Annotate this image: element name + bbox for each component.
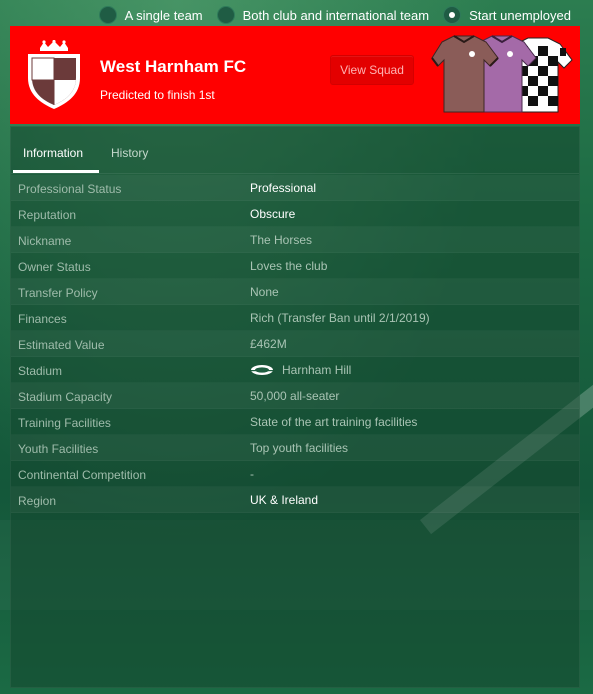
tab-bar: Information History — [11, 127, 579, 174]
club-info-panel: Information History Professional Status … — [10, 126, 580, 688]
tab-information[interactable]: Information — [23, 146, 83, 160]
row-label: Estimated Value — [18, 337, 105, 352]
row-value: - — [250, 466, 254, 481]
radio-single-team[interactable]: A single team — [98, 6, 203, 24]
info-row-stadium: Stadium Harnham Hill — [11, 357, 579, 383]
row-label: Youth Facilities — [18, 441, 99, 456]
row-value: Obscure — [250, 206, 296, 221]
row-value: Loves the club — [250, 258, 328, 273]
info-row-reputation: Reputation Obscure — [11, 201, 579, 227]
tab-history[interactable]: History — [111, 146, 148, 160]
row-value: Rich (Transfer Ban until 2/1/2019) — [250, 310, 430, 325]
club-prediction: Predicted to finish 1st — [100, 88, 215, 102]
club-header: West Harnham FC Predicted to finish 1st … — [10, 26, 580, 124]
row-value-stadium: Harnham Hill — [250, 363, 351, 377]
row-value: £462M — [250, 336, 287, 351]
radio-label: Both club and international team — [242, 7, 430, 23]
radio-club-and-international[interactable]: Both club and international team — [216, 6, 430, 24]
stadium-icon — [251, 364, 273, 375]
row-value: Professional — [250, 180, 317, 195]
row-label: Reputation — [18, 207, 77, 222]
row-label: Professional Status — [18, 181, 122, 196]
row-label: Nickname — [18, 233, 72, 248]
row-value: The Horses — [250, 232, 313, 247]
start-mode-selector: A single team Both club and internationa… — [0, 4, 593, 26]
row-label: Region — [18, 493, 57, 508]
info-row-owner-status: Owner Status Loves the club — [11, 253, 579, 279]
info-row-finances: Finances Rich (Transfer Ban until 2/1/20… — [11, 305, 579, 331]
row-value: Top youth facilities — [250, 440, 349, 455]
info-row-professional-status: Professional Status Professional — [11, 175, 579, 201]
info-row-transfer-policy: Transfer Policy None — [11, 279, 579, 305]
radio-label: A single team — [124, 7, 203, 23]
row-value: UK & Ireland — [250, 492, 319, 507]
row-label: Owner Status — [18, 259, 91, 274]
row-value: State of the art training facilities — [250, 414, 418, 429]
radio-button-icon — [216, 6, 235, 24]
info-row-estimated-value: Estimated Value £462M — [11, 331, 579, 357]
club-crest-icon — [28, 40, 80, 109]
info-row-stadium-capacity: Stadium Capacity 50,000 all-seater — [11, 383, 579, 409]
radio-label: Start unemployed — [469, 7, 571, 23]
row-label: Continental Competition — [18, 467, 147, 482]
info-row-training-facilities: Training Facilities State of the art tra… — [11, 409, 579, 435]
row-label: Transfer Policy — [18, 285, 98, 300]
row-label: Stadium Capacity — [18, 389, 113, 404]
radio-button-icon — [98, 6, 117, 24]
row-label: Training Facilities — [18, 415, 111, 430]
info-row-nickname: Nickname The Horses — [11, 227, 579, 253]
radio-start-unemployed[interactable]: Start unemployed — [443, 6, 571, 24]
info-row-youth-facilities: Youth Facilities Top youth facilities — [11, 435, 579, 461]
row-label: Stadium — [18, 363, 63, 378]
club-name: West Harnham FC — [100, 57, 247, 76]
info-row-region: Region UK & Ireland — [11, 487, 579, 513]
view-squad-button[interactable]: View Squad — [330, 55, 414, 85]
club-kits-icon — [431, 35, 573, 113]
radio-button-checked-icon — [443, 6, 462, 24]
active-tab-indicator — [13, 170, 99, 173]
row-value: None — [250, 284, 279, 299]
info-table: Professional Status Professional Reputat… — [11, 175, 579, 513]
row-label: Finances — [18, 311, 67, 326]
stadium-name: Harnham Hill — [282, 362, 352, 377]
row-value: 50,000 all-seater — [250, 388, 340, 403]
info-row-continental-competition: Continental Competition - — [11, 461, 579, 487]
